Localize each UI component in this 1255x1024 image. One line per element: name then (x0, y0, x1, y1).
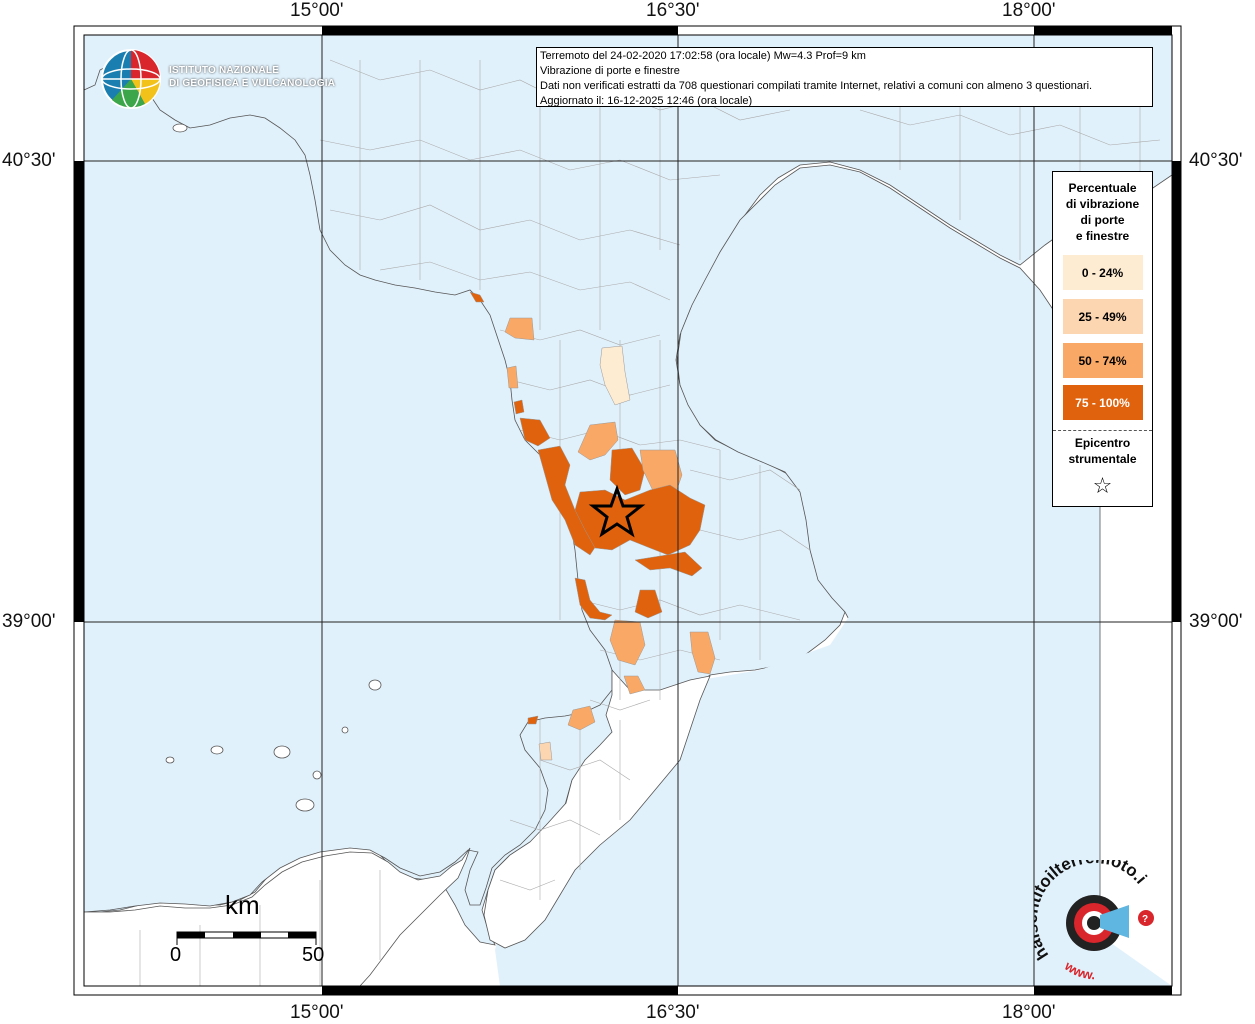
legend-title-line: di porte (1080, 213, 1125, 227)
haisentito-logo: haisentitoilterremoto.it ? www. (1034, 860, 1154, 980)
area-75-100 (513, 399, 525, 415)
ingv-name-line: DI GEOFISICA E VULCANOLOGIA (169, 78, 336, 89)
map-subject: Vibrazione di porte e finestre (540, 65, 680, 77)
legend-title-line: e finestre (1075, 229, 1130, 243)
gulf-islands (172, 123, 188, 133)
legend-class-75-100: 75 - 100% (1062, 385, 1143, 420)
lon-bottom-label: 18°00' (1002, 1002, 1056, 1023)
lon-bottom-label: 16°30' (646, 1002, 700, 1023)
area-25-49 (538, 741, 553, 761)
lon-top-label: 18°00' (1002, 0, 1056, 21)
legend-separator (1053, 430, 1152, 431)
epicenter-title-line: strumentale (1068, 452, 1137, 466)
svg-text:?: ? (1142, 914, 1148, 925)
epicenter-title-line: Epicentro (1074, 436, 1131, 450)
lat-right-label: 40°30' (1189, 150, 1243, 171)
legend-title-line: Percentuale (1068, 181, 1137, 195)
epicenter-legend-title: Epicentro strumentale (1053, 435, 1152, 467)
lon-bottom-label: 15°00' (290, 1002, 344, 1023)
haisentito-www: www. (1061, 958, 1095, 980)
legend-class-0-24: 0 - 24% (1062, 255, 1143, 290)
area-50-74 (506, 365, 519, 389)
lat-left-label: 40°30' (2, 150, 56, 171)
ingv-globe-icon (101, 49, 161, 109)
lon-top-label: 15°00' (290, 0, 344, 21)
scale-max-label: 50 (302, 944, 325, 966)
ingv-logo-text: ISTITUTO NAZIONALE DI GEOFISICA E VULCAN… (169, 64, 335, 90)
lat-right-label: 39°00' (1189, 611, 1243, 632)
lat-left-label: 39°00' (2, 611, 56, 632)
scale-min-label: 0 (170, 944, 182, 966)
legend: Percentuale di vibrazione di porte e fin… (1052, 171, 1153, 507)
legend-title: Percentuale di vibrazione di porte e fin… (1053, 180, 1152, 244)
epicenter-star-icon: ☆ (1092, 473, 1113, 498)
update-time: Aggiornato il: 16-12-2025 12:46 (ora loc… (540, 95, 753, 107)
scale-unit: km (225, 890, 260, 920)
lon-top-label: 16°30' (646, 0, 700, 21)
ingv-name-line: ISTITUTO NAZIONALE (169, 65, 280, 76)
data-note: Dati non verificati estratti da 708 ques… (540, 80, 1093, 92)
event-title: Terremoto del 24-02-2020 17:02:58 (ora l… (540, 50, 866, 62)
legend-title-line: di vibrazione (1065, 197, 1140, 211)
event-info-box: Terremoto del 24-02-2020 17:02:58 (ora l… (536, 47, 1153, 107)
legend-class-50-74: 50 - 74% (1062, 343, 1143, 378)
legend-class-25-49: 25 - 49% (1062, 299, 1143, 334)
svg-text:www.: www. (1061, 958, 1095, 980)
